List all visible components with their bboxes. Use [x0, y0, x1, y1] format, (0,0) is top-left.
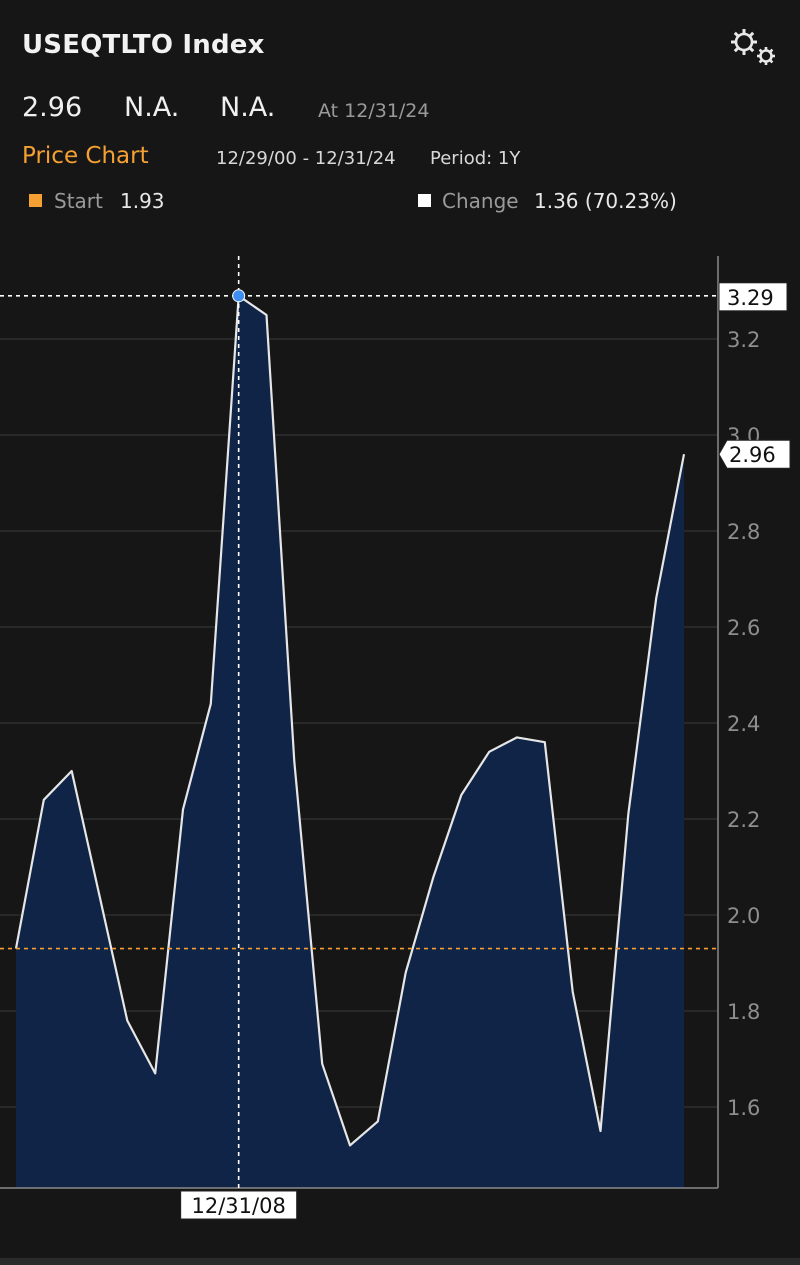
y-tick-label: 1.6: [727, 1096, 760, 1120]
y-tick-label: 2.0: [727, 904, 760, 928]
crosshair-marker: [232, 289, 246, 303]
y-tick-label: 3.2: [727, 328, 760, 352]
crosshair-x-label: 12/31/08: [192, 1194, 286, 1218]
y-tick-label: 2.2: [727, 808, 760, 832]
last-value-label: 2.96: [729, 443, 776, 467]
y-tick-label: 2.6: [727, 616, 760, 640]
area-fill: [16, 295, 684, 1188]
y-tick-label: 2.8: [727, 520, 760, 544]
price-chart[interactable]: 1.61.82.02.22.42.62.83.03.23.2912/31/082…: [0, 0, 800, 1265]
y-tick-label: 1.8: [727, 1000, 760, 1024]
crosshair-y-label: 3.29: [727, 286, 774, 310]
bottom-bar: [0, 1258, 800, 1265]
y-tick-label: 2.4: [727, 712, 760, 736]
